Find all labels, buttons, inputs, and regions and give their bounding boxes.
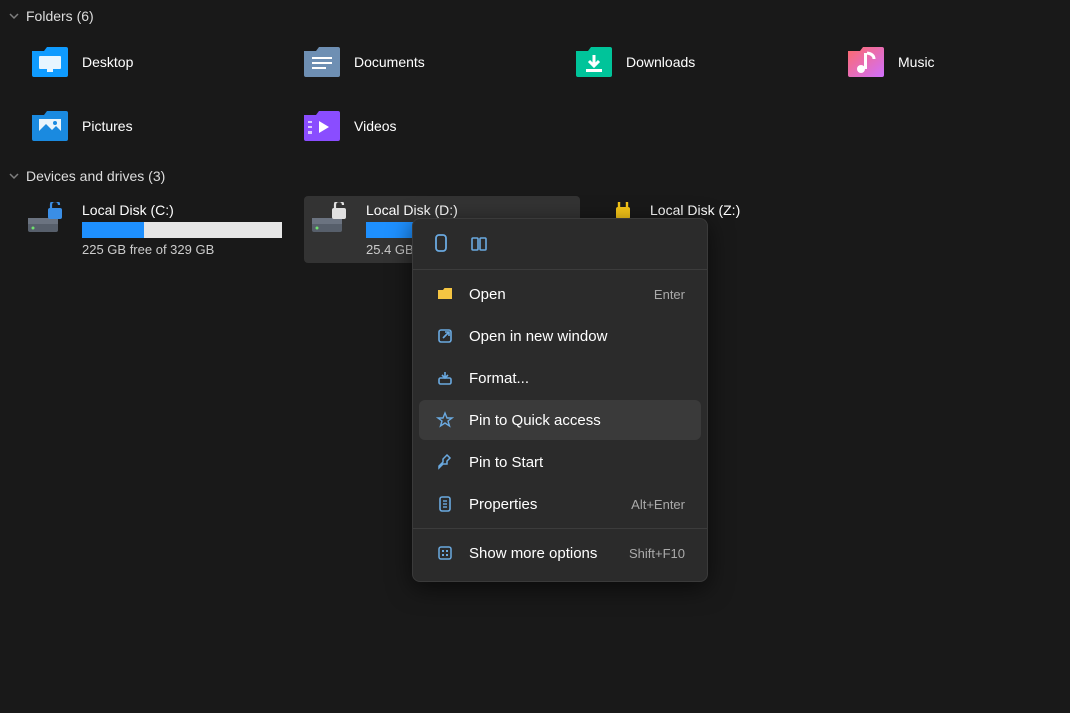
- menu-item-open-new-window[interactable]: Open in new window: [419, 316, 701, 356]
- music-folder-icon: [846, 42, 886, 82]
- drive-usage-bar: [82, 222, 282, 238]
- properties-icon: [435, 494, 455, 514]
- drives-header-label: Devices and drives (3): [26, 168, 165, 184]
- chevron-down-icon: [8, 10, 20, 22]
- folder-item-music[interactable]: Music: [842, 36, 1070, 88]
- folders-header-label: Folders (6): [26, 8, 94, 24]
- open-new-window-icon: [435, 326, 455, 346]
- menu-item-label: Show more options: [469, 545, 615, 562]
- videos-folder-icon: [302, 106, 342, 146]
- context-menu: Open Enter Open in new window Format... …: [412, 218, 708, 582]
- context-menu-items: Open Enter Open in new window Format... …: [413, 274, 707, 573]
- menu-item-properties[interactable]: Properties Alt+Enter: [419, 484, 701, 524]
- folder-item-downloads[interactable]: Downloads: [570, 36, 830, 88]
- drive-label: Local Disk (Z:): [650, 202, 858, 218]
- format-icon: [435, 368, 455, 388]
- drive-label: Local Disk (D:): [366, 202, 574, 218]
- menu-item-label: Open: [469, 286, 640, 303]
- menu-item-folder-yellow[interactable]: Open Enter: [419, 274, 701, 314]
- folder-yellow-icon: [435, 284, 455, 304]
- folder-label: Pictures: [82, 118, 133, 134]
- folder-label: Music: [898, 54, 935, 70]
- pin-quick-icon: [435, 410, 455, 430]
- desktop-folder-icon: [30, 42, 70, 82]
- folders-grid: Desktop Documents Downloads Music Pictur…: [0, 32, 1070, 160]
- drive-icon: [310, 202, 356, 238]
- menu-item-label: Format...: [469, 370, 685, 387]
- chevron-down-icon: [8, 170, 20, 182]
- folder-item-pictures[interactable]: Pictures: [26, 100, 286, 152]
- drive-info: Local Disk (C:) 225 GB free of 329 GB: [82, 202, 290, 257]
- drive-label: Local Disk (C:): [82, 202, 290, 218]
- pin-start-icon: [435, 452, 455, 472]
- downloads-folder-icon: [574, 42, 614, 82]
- menu-item-more[interactable]: Show more options Shift+F10: [419, 533, 701, 573]
- folders-section-header[interactable]: Folders (6): [0, 0, 1070, 32]
- menu-item-label: Pin to Quick access: [469, 412, 685, 429]
- folder-label: Desktop: [82, 54, 133, 70]
- menu-item-shortcut: Shift+F10: [629, 546, 685, 561]
- drive-info: Local Disk (Z:): [650, 202, 858, 218]
- folder-label: Documents: [354, 54, 425, 70]
- menu-item-pin-start[interactable]: Pin to Start: [419, 442, 701, 482]
- folder-item-videos[interactable]: Videos: [298, 100, 558, 152]
- pictures-folder-icon: [30, 106, 70, 146]
- context-menu-toolbar: [413, 225, 707, 265]
- menu-item-label: Properties: [469, 496, 617, 513]
- toolbar-pin-icon[interactable]: [429, 231, 453, 255]
- folder-item-documents[interactable]: Documents: [298, 36, 558, 88]
- drive-icon: [26, 202, 72, 238]
- menu-item-pin-quick[interactable]: Pin to Quick access: [419, 400, 701, 440]
- context-menu-separator: [413, 269, 707, 270]
- menu-item-format[interactable]: Format...: [419, 358, 701, 398]
- drive-free-text: 225 GB free of 329 GB: [82, 242, 290, 257]
- more-icon: [435, 543, 455, 563]
- folder-item-desktop[interactable]: Desktop: [26, 36, 286, 88]
- menu-item-shortcut: Alt+Enter: [631, 497, 685, 512]
- context-menu-separator: [413, 528, 707, 529]
- drive-item-0[interactable]: Local Disk (C:) 225 GB free of 329 GB: [20, 196, 296, 263]
- toolbar-newwindow-icon[interactable]: [467, 231, 491, 255]
- menu-item-label: Pin to Start: [469, 454, 685, 471]
- menu-item-shortcut: Enter: [654, 287, 685, 302]
- menu-item-label: Open in new window: [469, 328, 685, 345]
- documents-folder-icon: [302, 42, 342, 82]
- folder-label: Downloads: [626, 54, 695, 70]
- drives-section-header[interactable]: Devices and drives (3): [0, 160, 1070, 192]
- folder-label: Videos: [354, 118, 397, 134]
